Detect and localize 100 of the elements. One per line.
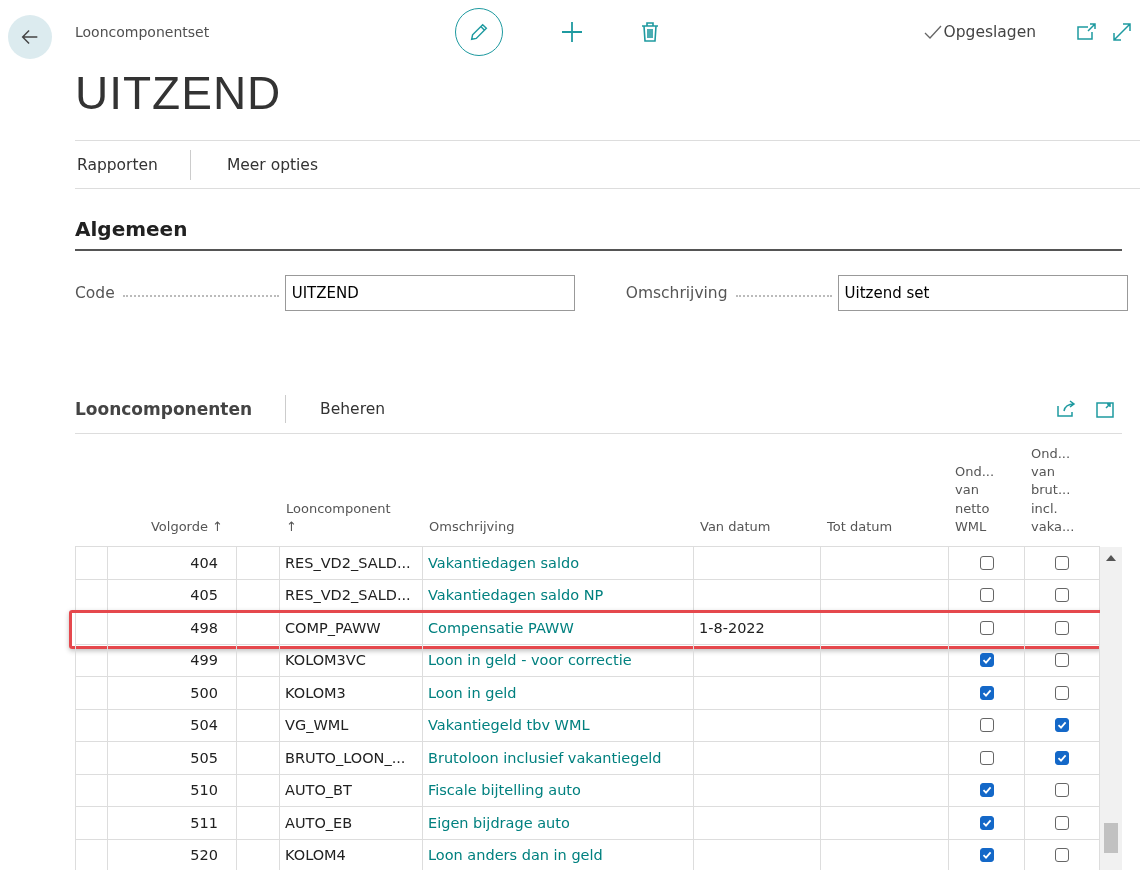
breadcrumb: Looncomponentset [75,24,211,40]
delete-button[interactable] [640,21,660,43]
pencil-icon [468,21,490,43]
empty-cell [75,612,108,645]
table-cell[interactable]: Loon in geld - voor correctie [423,644,694,677]
table-cell[interactable]: Eigen bijdrage auto [423,807,694,840]
empty-cell [237,774,280,807]
table-cell: RES_VD2_SALD... [280,579,423,612]
empty-cell [237,807,280,840]
menu-item[interactable]: Meer opties [224,155,320,174]
checkbox[interactable] [979,718,994,733]
column-header[interactable]: Van datum [700,518,771,534]
manage-menu[interactable]: Beheren [320,400,386,418]
open-new-window-button[interactable] [1076,23,1096,41]
column-header[interactable]: Volgorde ↑ [150,518,223,534]
table-cell: 499 [108,644,237,677]
empty-cell [237,742,280,775]
table-cell[interactable]: Fiscale bijtelling auto [423,774,694,807]
empty-cell [75,807,108,840]
table-cell[interactable]: Vakantiegeld tbv WML [423,709,694,742]
table-cell[interactable]: Brutoloon inclusief vakantiegeld [423,742,694,775]
section-heading: Algemeen [75,217,1122,251]
checkmark-icon [981,850,992,861]
table-cell: BRUTO_LOON_... [280,742,423,775]
table-cell: 504 [108,709,237,742]
checkbox[interactable] [1055,588,1069,603]
expand-button[interactable] [1112,22,1132,42]
scrollbar-thumb[interactable] [1104,823,1118,853]
menu-item[interactable]: Rapporten [75,155,160,174]
expand-button[interactable] [1096,400,1114,418]
checkbox[interactable] [979,685,994,700]
table-cell: COMP_PAWW [280,612,423,645]
table-cell: KOLOM4 [280,839,423,870]
scroll-up-icon[interactable] [1106,555,1116,561]
checkbox[interactable] [979,555,994,570]
empty-cell [75,644,108,677]
table-cell[interactable]: Vakantiedagen saldo [423,547,694,580]
column-header[interactable]: Looncomponent ↑ [286,499,391,536]
table-cell: KOLOM3VC [280,644,423,677]
checkbox[interactable] [979,588,994,603]
table-cell: 500 [108,677,237,710]
field-label: Code [75,284,115,302]
table-cell: VG_WML [280,709,423,742]
table-cell[interactable]: Compensatie PAWW [423,612,694,645]
edit-button[interactable] [455,8,503,56]
checkbox[interactable] [979,750,994,765]
add-button[interactable] [560,20,584,44]
share-button[interactable] [1056,400,1076,418]
table-cell[interactable]: Loon anders dan in geld [423,839,694,870]
checkmark-icon [1057,720,1067,731]
field-label: Omschrijving [625,284,728,302]
column-header[interactable]: Ond... van netto WML [955,463,995,536]
checkbox[interactable] [979,848,994,863]
checkbox[interactable] [1055,620,1069,635]
input-field[interactable]: UITZEND [284,275,575,311]
checkmark-icon [981,655,992,666]
checkmark-icon [1057,752,1067,763]
table-cell: RES_VD2_SALD... [280,547,423,580]
scrollbar[interactable] [1100,547,1122,870]
table-cell[interactable]: Loon in geld [423,677,694,710]
table-cell: 404 [108,547,237,580]
table-cell: 510 [108,774,237,807]
checkbox[interactable] [1055,783,1069,798]
section-heading: Looncomponenten [75,399,253,419]
empty-cell [237,709,280,742]
empty-cell [75,774,108,807]
column-header[interactable]: Omschrijving [429,518,515,534]
table-cell: 505 [108,742,237,775]
column-header[interactable]: Ond... van brut... incl. vaka... [1031,445,1075,536]
checkbox[interactable] [1055,555,1069,570]
table-cell[interactable]: Vakantiedagen saldo NP [423,579,694,612]
checkmark-icon [923,24,942,40]
checkbox[interactable] [1055,848,1069,863]
checkbox[interactable] [1055,653,1069,668]
table-cell: 1-8-2022 [694,612,821,645]
checkbox[interactable] [1055,718,1069,733]
column-header[interactable]: Tot datum [827,518,893,534]
empty-cell [75,709,108,742]
checkbox[interactable] [979,653,994,668]
empty-cell [75,839,108,870]
table-cell: 498 [108,612,237,645]
back-button[interactable] [8,15,52,59]
checkbox[interactable] [979,783,994,798]
input-field[interactable]: Uitzend set [837,275,1128,311]
empty-cell [75,677,108,710]
table-cell: AUTO_EB [280,807,423,840]
empty-cell [75,579,108,612]
checkbox[interactable] [979,815,994,830]
checkbox[interactable] [979,620,994,635]
table-cell: 511 [108,807,237,840]
empty-cell [237,644,280,677]
checkbox[interactable] [1055,685,1069,700]
table-cell: KOLOM3 [280,677,423,710]
empty-cell [237,612,280,645]
checkbox[interactable] [1055,815,1069,830]
empty-cell [237,677,280,710]
checkbox[interactable] [1055,750,1069,765]
checkmark-icon [981,785,992,796]
empty-cell [75,742,108,775]
checkmark-icon [981,687,992,698]
